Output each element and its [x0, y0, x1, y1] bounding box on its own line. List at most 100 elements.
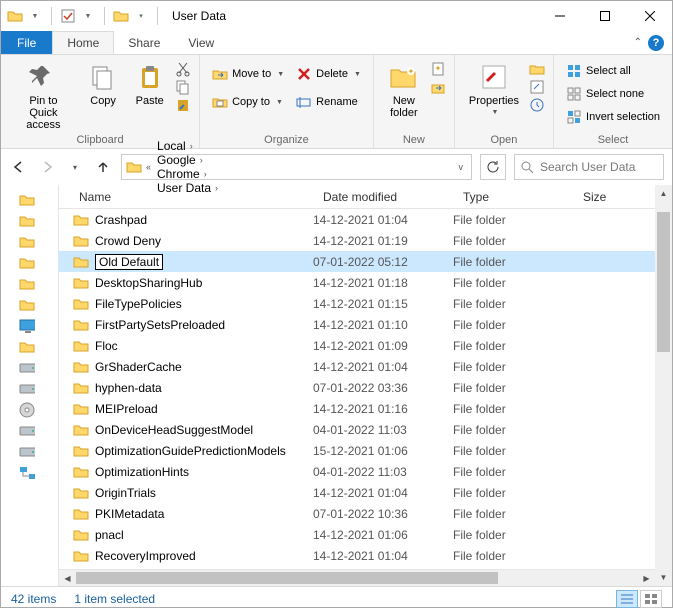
delete-button[interactable]: Delete▼: [292, 65, 365, 83]
tree-item-icon: [19, 192, 35, 208]
maximize-button[interactable]: [582, 1, 627, 31]
collapse-ribbon-icon[interactable]: ⌃: [634, 37, 642, 48]
horizontal-scrollbar[interactable]: ◀ ▶: [59, 569, 655, 586]
tree-item[interactable]: [19, 378, 58, 399]
tree-item[interactable]: [19, 336, 58, 357]
vertical-scrollbar[interactable]: ▲ ▼: [655, 185, 672, 586]
file-type: File folder: [453, 213, 573, 227]
table-row[interactable]: OriginTrials14-12-2021 01:04File folder: [59, 482, 655, 503]
rename-input[interactable]: Old Default: [95, 254, 163, 270]
scroll-up-icon[interactable]: ▲: [655, 185, 672, 202]
column-name[interactable]: Name: [59, 190, 313, 204]
checkbox-icon[interactable]: [60, 8, 76, 24]
tab-file[interactable]: File: [1, 31, 52, 54]
tab-home[interactable]: Home: [52, 31, 114, 54]
open-icon[interactable]: [529, 61, 545, 77]
move-to-button[interactable]: Move to▼: [208, 65, 288, 83]
thumbnails-view-button[interactable]: [640, 590, 662, 608]
forward-button[interactable]: [37, 157, 57, 177]
column-type[interactable]: Type: [453, 190, 573, 204]
select-all-button[interactable]: Select all: [562, 62, 664, 80]
easy-access-icon[interactable]: [430, 79, 446, 95]
pin-to-quick-access-button[interactable]: Pin to Quick access: [9, 59, 78, 133]
table-row[interactable]: GrShaderCache14-12-2021 01:04File folder: [59, 356, 655, 377]
scroll-right-icon[interactable]: ▶: [638, 570, 655, 586]
table-row[interactable]: OnDeviceHeadSuggestModel04-01-2022 11:03…: [59, 419, 655, 440]
qat-customize-icon[interactable]: ▾: [133, 8, 149, 24]
column-date[interactable]: Date modified: [313, 190, 453, 204]
search-input[interactable]: Search User Data: [514, 154, 664, 180]
rename-button[interactable]: Rename: [292, 93, 365, 111]
paste-shortcut-icon[interactable]: [175, 97, 191, 113]
edit-icon[interactable]: [529, 79, 545, 95]
table-row[interactable]: pnacl14-12-2021 01:06File folder: [59, 524, 655, 545]
file-list[interactable]: Crashpad14-12-2021 01:04File folderCrowd…: [59, 209, 655, 569]
properties-button[interactable]: Properties ▼: [463, 59, 525, 118]
tree-item[interactable]: [19, 315, 58, 336]
table-row[interactable]: DesktopSharingHub14-12-2021 01:18File fo…: [59, 272, 655, 293]
table-row[interactable]: hyphen-data07-01-2022 03:36File folder: [59, 377, 655, 398]
breadcrumb-prefix[interactable]: «: [144, 162, 153, 172]
table-row[interactable]: Old Default07-01-2022 05:12File folder: [59, 251, 655, 272]
table-row[interactable]: PKIMetadata07-01-2022 10:36File folder: [59, 503, 655, 524]
new-item-icon[interactable]: ✦: [430, 61, 446, 77]
status-item-count: 42 items: [11, 592, 56, 606]
back-button[interactable]: [9, 157, 29, 177]
table-row[interactable]: OptimizationGuidePredictionModels15-12-2…: [59, 440, 655, 461]
tree-item[interactable]: [19, 399, 58, 420]
file-type: File folder: [453, 507, 573, 521]
select-none-button[interactable]: Select none: [562, 85, 664, 103]
navigation-pane[interactable]: [1, 185, 59, 586]
invert-selection-button[interactable]: Invert selection: [562, 108, 664, 126]
tree-item[interactable]: [19, 441, 58, 462]
tree-item[interactable]: [19, 231, 58, 252]
tree-item[interactable]: [19, 357, 58, 378]
table-row[interactable]: Crowd Deny14-12-2021 01:19File folder: [59, 230, 655, 251]
paste-button[interactable]: Paste: [128, 59, 171, 109]
up-button[interactable]: [93, 157, 113, 177]
file-name: FirstPartySetsPreloaded: [95, 318, 225, 332]
table-row[interactable]: FirstPartySetsPreloaded14-12-2021 01:10F…: [59, 314, 655, 335]
refresh-button[interactable]: [480, 154, 506, 180]
qat-dropdown-icon[interactable]: ▼: [80, 8, 96, 24]
recent-locations-button[interactable]: ▾: [65, 157, 85, 177]
file-name: OptimizationGuidePredictionModels: [95, 444, 286, 458]
table-row[interactable]: MEIPreload14-12-2021 01:16File folder: [59, 398, 655, 419]
history-icon[interactable]: [529, 97, 545, 113]
breadcrumb-segment[interactable]: Local›: [155, 139, 220, 153]
help-icon[interactable]: ?: [648, 35, 664, 51]
table-row[interactable]: FileTypePolicies14-12-2021 01:15File fol…: [59, 293, 655, 314]
cut-icon[interactable]: [175, 61, 191, 77]
details-view-button[interactable]: [616, 590, 638, 608]
address-bar[interactable]: « Local›Google›Chrome›User Data› v: [121, 154, 472, 180]
copy-path-icon[interactable]: [175, 79, 191, 95]
tree-item[interactable]: [19, 210, 58, 231]
qat-dropdown-icon[interactable]: ▼: [27, 8, 43, 24]
copy-button[interactable]: Copy: [82, 59, 125, 109]
breadcrumb-segment[interactable]: Google›: [155, 153, 220, 167]
copy-icon: [87, 61, 119, 93]
tab-view[interactable]: View: [174, 31, 228, 54]
tree-item[interactable]: [19, 273, 58, 294]
tree-item[interactable]: [19, 420, 58, 441]
table-row[interactable]: RecoveryImproved14-12-2021 01:04File fol…: [59, 545, 655, 566]
tree-item[interactable]: [19, 294, 58, 315]
tab-share[interactable]: Share: [114, 31, 174, 54]
tree-item[interactable]: [19, 462, 58, 483]
copy-to-button[interactable]: Copy to▼: [208, 93, 288, 111]
table-row[interactable]: OptimizationHints04-01-2022 11:03File fo…: [59, 461, 655, 482]
table-row[interactable]: Crashpad14-12-2021 01:04File folder: [59, 209, 655, 230]
close-button[interactable]: [627, 1, 672, 31]
file-name: hyphen-data: [95, 381, 162, 395]
tree-item[interactable]: [19, 252, 58, 273]
scroll-down-icon[interactable]: ▼: [655, 569, 672, 586]
minimize-button[interactable]: [537, 1, 582, 31]
breadcrumb-segment[interactable]: Chrome›: [155, 167, 220, 181]
tree-item[interactable]: [19, 189, 58, 210]
table-row[interactable]: Floc14-12-2021 01:09File folder: [59, 335, 655, 356]
column-size[interactable]: Size: [573, 190, 633, 204]
scroll-left-icon[interactable]: ◀: [59, 570, 76, 586]
new-folder-button[interactable]: ✦ New folder: [382, 59, 426, 121]
file-type: File folder: [453, 402, 573, 416]
address-dropdown-icon[interactable]: v: [455, 162, 468, 172]
